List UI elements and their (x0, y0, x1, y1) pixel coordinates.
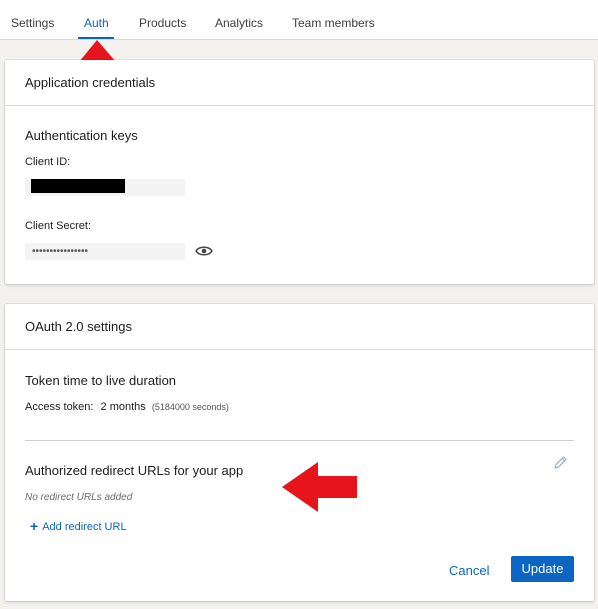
card-header: OAuth 2.0 settings (5, 304, 594, 350)
card-header: Application credentials (5, 60, 594, 106)
tab-settings[interactable]: Settings (11, 0, 54, 40)
section-divider (25, 440, 574, 441)
card-title: Application credentials (25, 75, 156, 90)
annotation-arrow-left (282, 462, 357, 512)
client-secret-masked: •••••••••••••••• (32, 246, 89, 257)
access-token-seconds: (5184000 seconds) (151, 402, 229, 412)
card-title: OAuth 2.0 settings (25, 319, 132, 334)
client-id-field[interactable] (25, 179, 185, 196)
cancel-button[interactable]: Cancel (449, 563, 489, 578)
tab-analytics[interactable]: Analytics (215, 0, 263, 40)
eye-icon[interactable] (195, 244, 213, 258)
plus-icon: + (30, 518, 39, 534)
active-tab-indicator (78, 37, 114, 39)
token-ttl-heading: Token time to live duration (25, 373, 177, 388)
tab-team-members[interactable]: Team members (292, 0, 375, 40)
access-token-label: Access token: (25, 401, 94, 413)
no-redirect-urls-text: No redirect URLs added (25, 492, 133, 503)
update-button[interactable]: Update (511, 556, 574, 582)
authentication-keys-heading: Authentication keys (25, 128, 138, 143)
client-secret-label: Client Secret: (25, 220, 92, 232)
access-token-row: Access token: 2 months (5184000 seconds) (25, 401, 229, 413)
add-redirect-url-link[interactable]: + Add redirect URL (30, 518, 127, 534)
client-id-label: Client ID: (25, 156, 71, 168)
add-redirect-url-label: Add redirect URL (42, 521, 127, 533)
redacted-client-id (31, 179, 125, 193)
tab-auth[interactable]: Auth (84, 0, 109, 40)
redirect-urls-heading: Authorized redirect URLs for your app (25, 463, 244, 478)
tab-products[interactable]: Products (139, 0, 186, 40)
oauth-settings-card: OAuth 2.0 settings (5, 304, 594, 601)
client-secret-field[interactable]: •••••••••••••••• (25, 243, 185, 260)
pencil-icon[interactable] (552, 455, 568, 471)
access-token-value: 2 months (100, 401, 146, 413)
tab-bar: Settings Auth Products Analytics Team me… (0, 0, 598, 40)
